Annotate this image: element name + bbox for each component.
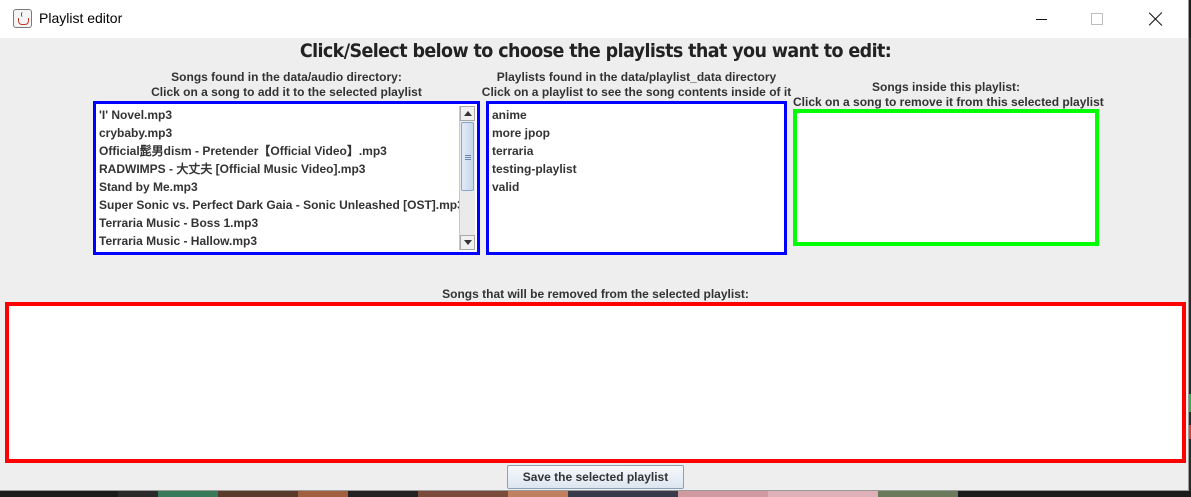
playlist-list-item[interactable]: more jpop (489, 124, 577, 142)
arrow-up-icon (463, 111, 472, 116)
save-playlist-button[interactable]: Save the selected playlist (507, 465, 684, 489)
song-list-item[interactable]: crybaby.mp3 (96, 124, 458, 142)
songs-label-line2: Click on a song to add it to the selecte… (151, 85, 422, 99)
playlists-label-line1: Playlists found in the data/playlist_dat… (496, 70, 777, 84)
playlist-editor-window: Playlist editor Click/Select below to ch… (0, 0, 1189, 491)
song-list-item[interactable]: Super Sonic vs. Perfect Dark Gaia - Soni… (96, 196, 464, 214)
playlist-list-item[interactable]: testing-playlist (489, 160, 577, 178)
java-icon (13, 9, 32, 28)
playlist-list-item[interactable]: valid (489, 178, 577, 196)
songs-scrollbar[interactable] (459, 106, 475, 250)
songs-to-remove-list[interactable] (5, 302, 1186, 463)
songs-list[interactable]: 'I' Novel.mp3 crybaby.mp3 Official髭男dism -… (93, 101, 480, 255)
playlists-list[interactable]: anime more jpop terraria testing-playlist va… (486, 101, 787, 255)
minimize-button[interactable] (1018, 0, 1064, 38)
maximize-icon (1091, 13, 1103, 25)
inside-panel-label: Songs inside this playlist: Click on a s… (793, 80, 1104, 110)
inside-label-line2: Click on a song to remove it from this s… (793, 95, 1104, 109)
scroll-down-button[interactable] (460, 235, 475, 250)
playlist-list-item[interactable]: anime (489, 106, 577, 124)
song-list-item[interactable]: Terraria Music - Hallow.mp3 (96, 232, 458, 250)
page-heading: Click/Select below to choose the playlis… (299, 41, 892, 63)
playlists-label-line2: Click on a playlist to see the song cont… (481, 85, 792, 99)
minimize-icon (1035, 18, 1047, 20)
song-list-item[interactable]: 'I' Novel.mp3 (96, 106, 458, 124)
maximize-button[interactable] (1074, 0, 1120, 38)
songs-panel-label: Songs found in the data/audio directory:… (93, 70, 480, 100)
song-list-item[interactable]: Official髭男dism - Pretender【Official Vide… (96, 142, 458, 160)
scroll-thumb[interactable] (461, 122, 474, 191)
background-strip (0, 491, 1191, 497)
close-icon (1149, 12, 1163, 26)
window-title: Playlist editor (39, 10, 123, 26)
arrow-down-icon (463, 240, 472, 245)
scroll-up-button[interactable] (460, 106, 475, 121)
song-list-item[interactable]: RADWIMPS - 大丈夫 [Official Music Video].mp… (96, 160, 458, 178)
playlist-songs-list[interactable] (793, 109, 1099, 246)
remove-panel-label: Songs that will be removed from the sele… (442, 287, 749, 301)
song-list-item[interactable]: Stand by Me.mp3 (96, 178, 458, 196)
playlist-list-item[interactable]: terraria (489, 142, 577, 160)
songs-label-line1: Songs found in the data/audio directory: (171, 70, 402, 84)
playlists-panel-label: Playlists found in the data/playlist_dat… (476, 70, 797, 100)
close-button[interactable] (1133, 0, 1179, 38)
song-list-item[interactable]: Terraria Music - Boss 1.mp3 (96, 214, 458, 232)
title-bar[interactable]: Playlist editor (0, 0, 1188, 38)
inside-label-line1: Songs inside this playlist: (871, 80, 1021, 94)
